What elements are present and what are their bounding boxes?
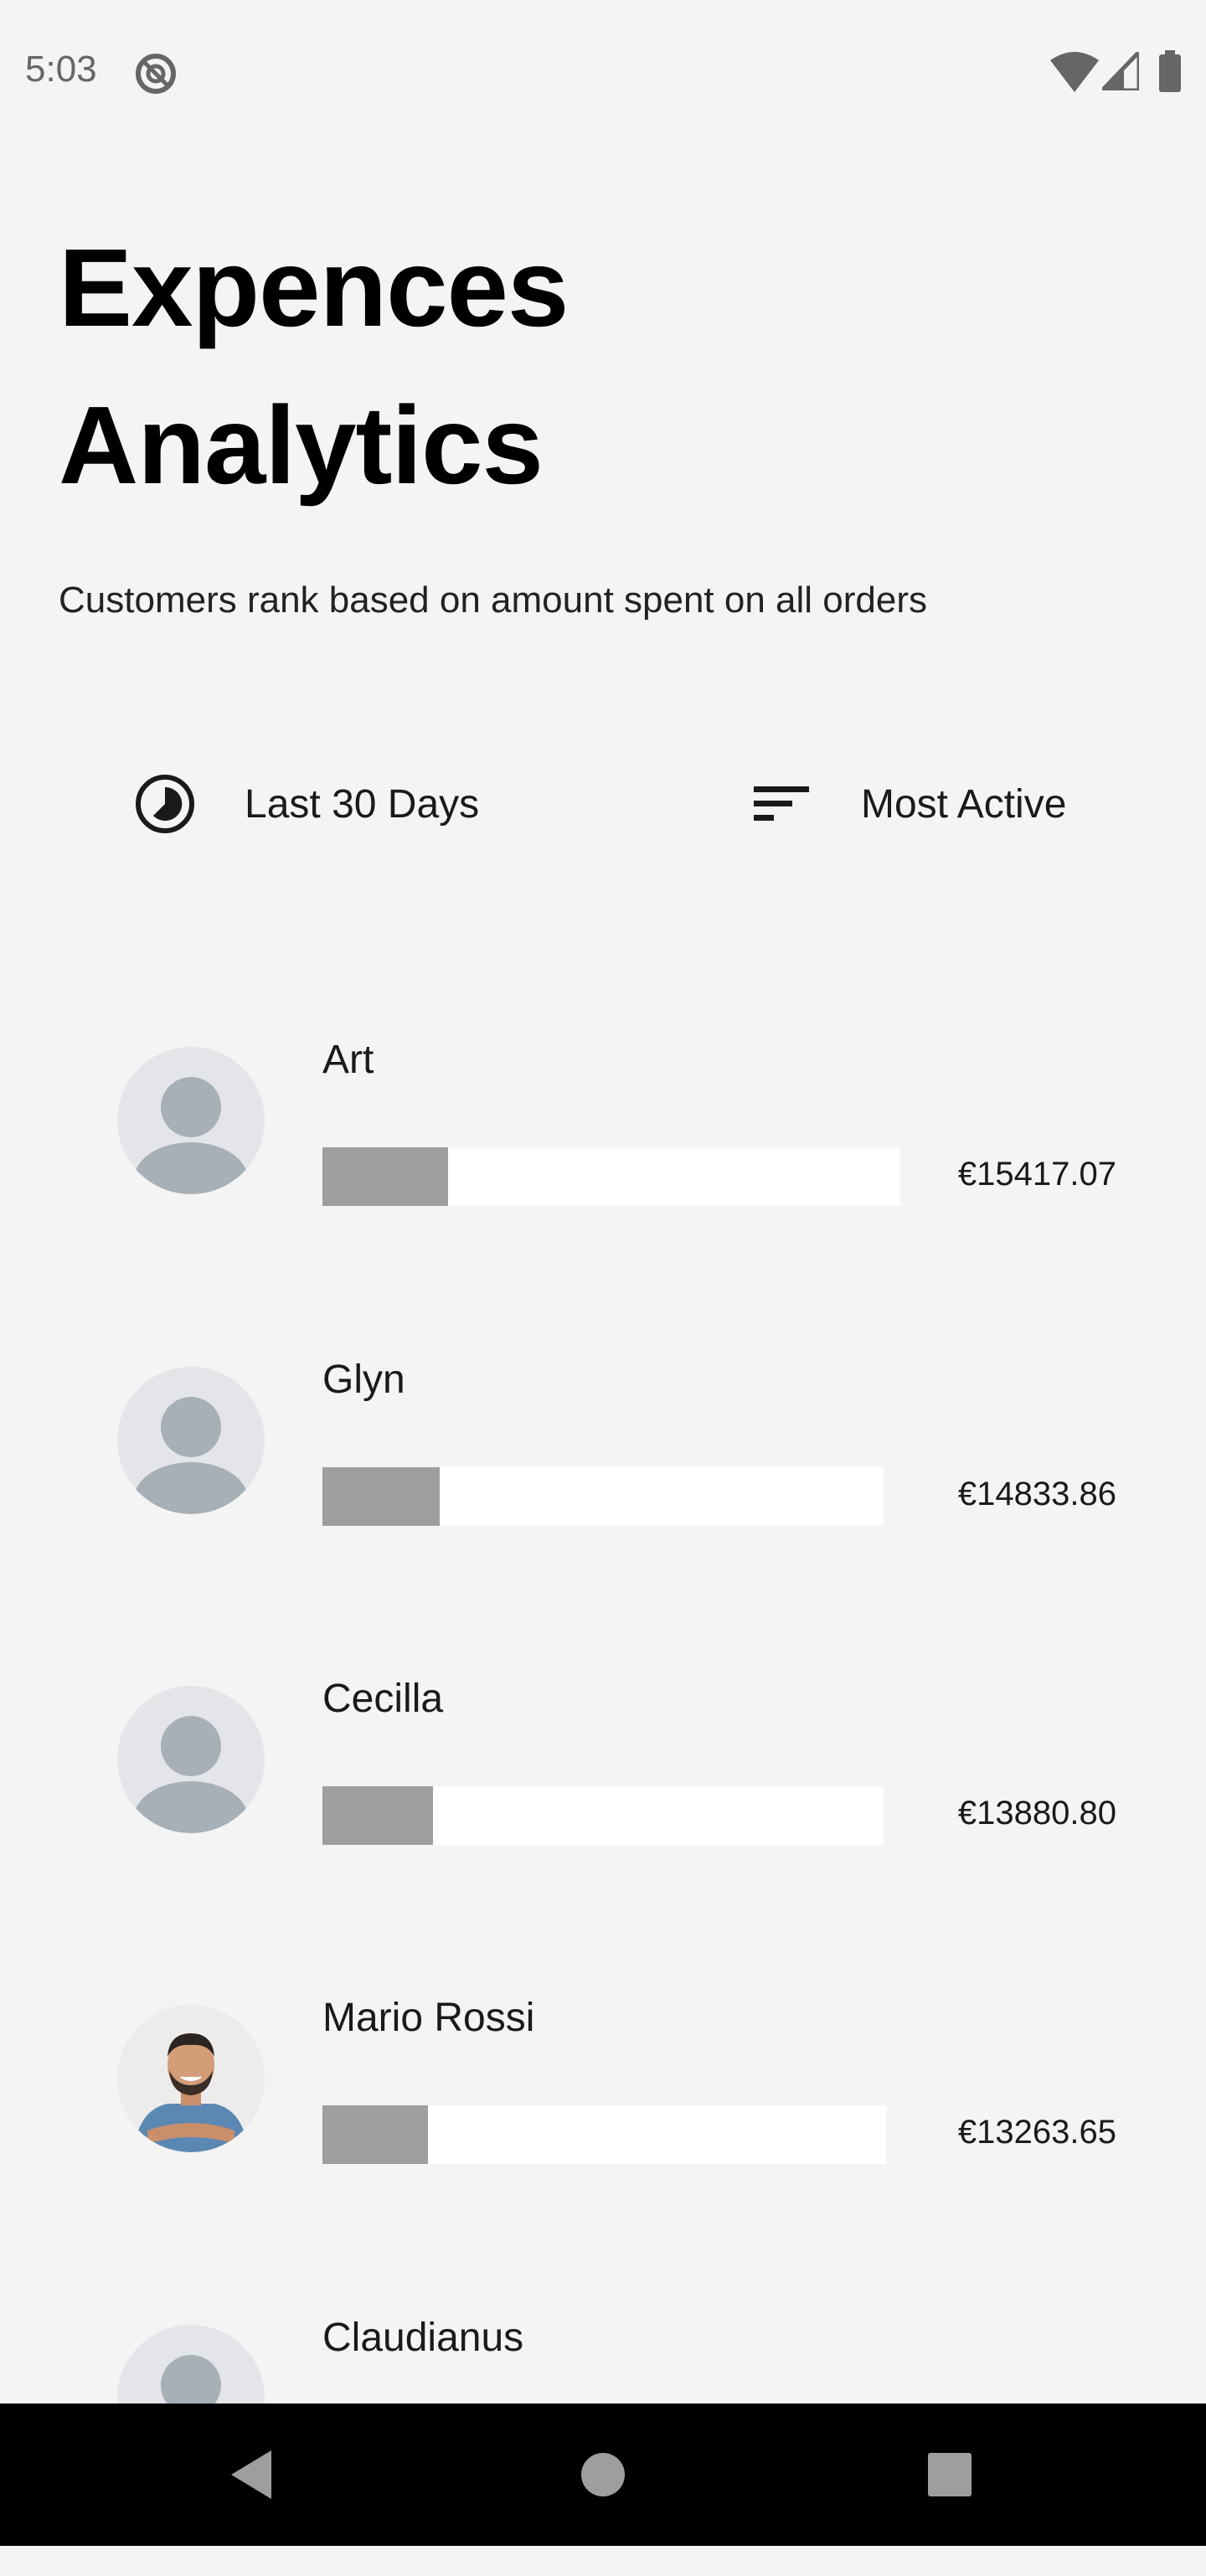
customer-name: Mario Rossi	[322, 1996, 535, 2040]
default-person-icon	[117, 1047, 265, 1194]
recents-button[interactable]	[883, 2403, 1017, 2546]
customer-row[interactable]: Glyn €14833.86	[0, 1358, 1206, 1618]
status-bar: 5:03	[0, 0, 1206, 144]
do-not-disturb-icon	[136, 54, 176, 94]
customer-name: Art	[322, 1038, 374, 1082]
spend-bar-fill	[322, 1467, 440, 1526]
sort-filter-button[interactable]: Most Active	[754, 770, 1066, 837]
status-time: 5:03	[25, 49, 97, 90]
customer-photo	[117, 2005, 265, 2152]
sort-filter-label: Most Active	[861, 781, 1067, 827]
customer-row[interactable]: Art €15417.07	[0, 1038, 1206, 1298]
spend-bar	[322, 1786, 884, 1845]
default-person-icon	[117, 1686, 265, 1833]
spend-bar	[322, 1467, 884, 1526]
spend-bar-fill	[322, 1786, 433, 1845]
page-subtitle: Customers rank based on amount spent on …	[59, 580, 928, 621]
period-filter-button[interactable]: Last 30 Days	[134, 770, 479, 837]
home-icon	[581, 2453, 625, 2496]
cell-signal-icon	[1102, 52, 1139, 90]
customer-name: Glyn	[322, 1358, 405, 1402]
clock-pie-icon	[136, 775, 194, 833]
home-button[interactable]	[536, 2403, 670, 2546]
back-button[interactable]	[184, 2403, 318, 2546]
customer-row[interactable]: Cecilla €13880.80	[0, 1677, 1206, 1937]
page-title-line-1: Expences	[59, 226, 569, 349]
customer-name: Cecilla	[322, 1677, 444, 1721]
spend-bar	[322, 1147, 900, 1206]
spend-bar	[322, 2105, 886, 2164]
spend-bar-fill	[322, 2105, 428, 2164]
battery-icon	[1159, 50, 1181, 92]
sort-lines-icon	[754, 786, 809, 821]
recents-icon	[928, 2453, 972, 2496]
period-filter-label: Last 30 Days	[245, 781, 480, 827]
spend-bar-fill	[322, 1147, 448, 1206]
spend-amount: €13263.65	[957, 2114, 1116, 2151]
page-title: Expences Analytics	[59, 209, 569, 524]
spend-amount: €14833.86	[957, 1476, 1116, 1512]
customer-row[interactable]: Mario Rossi €13263.65	[0, 1996, 1206, 2256]
spend-amount: €15417.07	[957, 1156, 1116, 1193]
default-person-icon	[117, 1367, 265, 1514]
back-icon	[231, 2450, 271, 2499]
customer-name: Claudianus	[322, 2316, 524, 2360]
wifi-icon	[1050, 52, 1099, 92]
spend-amount: €13880.80	[957, 1795, 1116, 1832]
page-title-line-2: Analytics	[59, 384, 544, 507]
navigation-bar	[0, 2403, 1206, 2546]
